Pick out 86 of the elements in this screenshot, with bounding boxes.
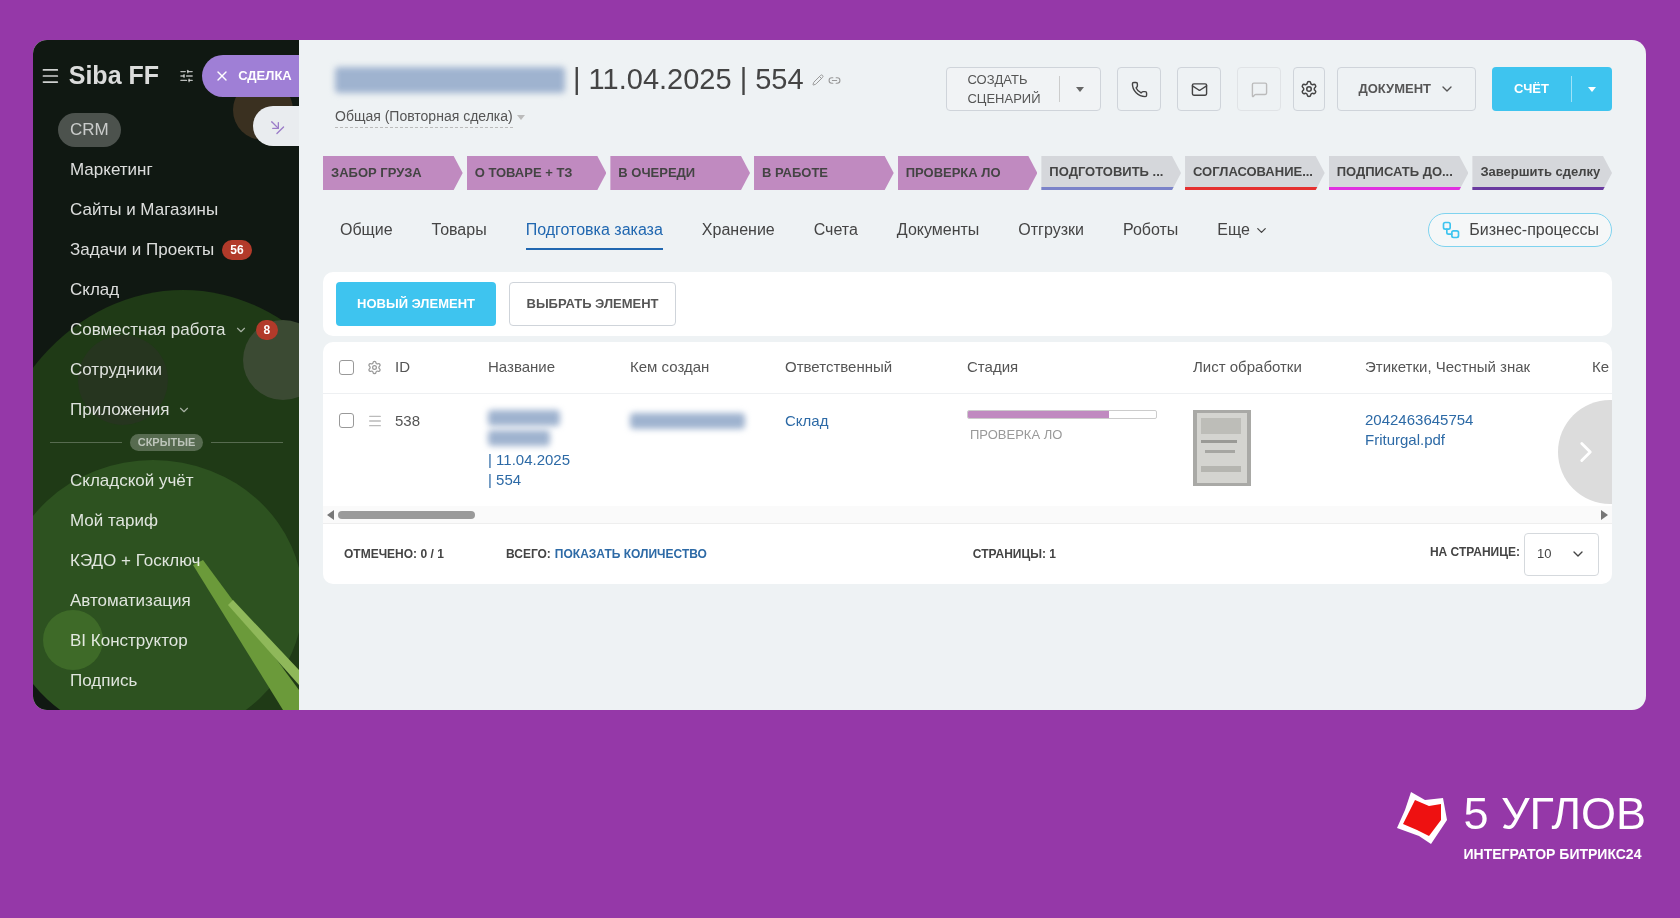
deal-link[interactable]: | 11.04.2025 | 554 xyxy=(488,450,578,490)
flowchart-icon xyxy=(1441,220,1462,240)
per-page-label: НА СТРАНИЦЕ: xyxy=(1429,544,1520,561)
tab[interactable]: Роботы xyxy=(1122,210,1179,250)
document-button[interactable]: ДОКУМЕНТ xyxy=(1337,67,1476,111)
stage-label: ПРОВЕРКА ЛО xyxy=(969,426,1064,444)
settings-icon[interactable] xyxy=(367,360,382,375)
column-header[interactable]: Кем создан xyxy=(630,356,785,379)
pencil-icon[interactable] xyxy=(811,74,824,86)
portal-title: Siba FF xyxy=(68,60,160,92)
pick-element-button[interactable]: ВЫБРАТЬ ЭЛЕМЕНТ xyxy=(509,282,676,326)
column-header[interactable]: Лист обработки xyxy=(1193,356,1365,379)
stage-step[interactable]: ПОДГОТОВИТЬ ... xyxy=(1041,156,1182,190)
column-header[interactable]: Ке xyxy=(1592,356,1612,379)
column-header[interactable]: Ответственный xyxy=(785,356,967,379)
settings-icon xyxy=(1300,80,1319,98)
sidebar-item[interactable]: Склад xyxy=(70,277,120,303)
file-link[interactable]: Friturgal.pdf xyxy=(1365,430,1446,450)
sidebar-item[interactable]: Совместная работа xyxy=(70,317,248,343)
chat-icon xyxy=(1250,80,1268,98)
table-cell: 538 xyxy=(395,412,421,429)
sidebar-item[interactable]: Приложения xyxy=(70,397,192,423)
stage-step[interactable]: О ТОВАРЕ + ТЗ xyxy=(466,156,607,190)
row-checkbox[interactable] xyxy=(339,413,354,428)
section-label: СКРЫТЫЕ xyxy=(129,434,204,451)
sidebar-item[interactable]: Подпись xyxy=(70,667,138,694)
sidebar-item[interactable]: Сайты и Магазины xyxy=(70,197,219,223)
create-scenario-button[interactable]: СОЗДАТЬ СЦЕНАРИЙ xyxy=(946,67,1102,111)
drag-handle-icon[interactable] xyxy=(367,413,383,429)
email-button[interactable] xyxy=(1177,67,1222,111)
caret-icon[interactable] xyxy=(1076,86,1085,92)
settings-button[interactable] xyxy=(1293,67,1326,111)
sidebar-item[interactable]: Автоматизация xyxy=(70,587,191,614)
call-button[interactable] xyxy=(1117,67,1162,111)
tab[interactable]: Подготовка заказа xyxy=(525,210,663,250)
mail-icon xyxy=(1190,80,1208,98)
column-header[interactable]: ID xyxy=(395,356,488,379)
tab[interactable]: Отгрузки xyxy=(1018,210,1084,250)
sidebar-item[interactable]: Маркетинг xyxy=(70,157,153,183)
total-label: ВСЕГО: xyxy=(506,546,551,563)
select-all-checkbox[interactable] xyxy=(339,360,354,375)
invoice-label: СЧЁТ xyxy=(1513,80,1550,99)
tab[interactable]: Документы xyxy=(896,210,980,250)
tab[interactable]: Общие xyxy=(340,210,393,250)
phone-icon xyxy=(1130,80,1148,98)
sidebar-item[interactable]: КЭДО + Госключ xyxy=(70,547,201,574)
stage-step[interactable]: ЗАБОР ГРУЗА xyxy=(323,156,463,190)
selected-count: ОТМЕЧЕНО: 0 / 1 xyxy=(344,546,445,563)
sliders-icon[interactable] xyxy=(179,68,195,84)
tab[interactable]: Товары xyxy=(431,210,487,250)
blurred-text xyxy=(488,430,550,446)
deal-category[interactable]: Общая (Повторная сделка) xyxy=(335,106,513,128)
file-link[interactable]: 2042463645754 xyxy=(1365,410,1474,430)
deal-title: | 11.04.2025 | 554 xyxy=(573,62,804,98)
stage-step[interactable]: ПОДПИСАТЬ ДО... xyxy=(1328,156,1469,190)
blurred-text xyxy=(488,410,560,426)
column-header[interactable]: Название xyxy=(488,356,630,379)
sidebar-item[interactable]: Мой тариф xyxy=(70,507,158,534)
per-page-select[interactable]: 10 xyxy=(1524,532,1599,576)
sidebar-item[interactable]: CRM xyxy=(58,113,121,147)
scenario-label: СОЗДАТЬ СЦЕНАРИЙ xyxy=(966,71,1042,108)
stage-step[interactable]: В ОЧЕРЕДИ xyxy=(610,156,750,190)
tab[interactable]: Счета xyxy=(813,210,858,250)
pages-count: СТРАНИЦЫ: 1 xyxy=(972,546,1056,563)
sidebar-item[interactable]: BI Конструктор xyxy=(70,627,188,654)
tab[interactable]: Хранение xyxy=(701,210,775,250)
tab[interactable]: Еще xyxy=(1217,210,1269,250)
show-count-link[interactable]: ПОКАЗАТЬ КОЛИЧЕСТВО xyxy=(554,545,973,563)
sidebar-item[interactable]: Задачи и Проекты xyxy=(70,237,215,263)
chat-button[interactable] xyxy=(1237,67,1282,111)
collapse-button[interactable] xyxy=(253,106,299,146)
scroll-right-icon[interactable] xyxy=(1601,509,1608,520)
brand-tagline: ИНТЕГРАТОР БИТРИКС24 xyxy=(1463,845,1642,864)
scrollbar-thumb[interactable] xyxy=(338,510,475,519)
column-header[interactable]: Стадия xyxy=(967,356,1193,379)
stage-step[interactable]: ПРОВЕРКА ЛО xyxy=(897,156,1038,190)
stage-step[interactable]: СОГЛАСОВАНИЕ... xyxy=(1185,156,1325,190)
sidebar-item[interactable]: Сотрудники xyxy=(70,357,163,383)
responsible-link[interactable]: Склад xyxy=(785,412,829,429)
sidebar-item[interactable]: Складской учёт xyxy=(70,467,194,494)
brand-name: 5 УГЛОВ xyxy=(1463,790,1646,838)
caret-icon xyxy=(516,114,525,120)
column-header[interactable]: Этикетки, Честный знак xyxy=(1365,356,1592,379)
business-processes-button[interactable]: Бизнес-процессы xyxy=(1428,213,1612,247)
stage-step[interactable]: Завершить сделку xyxy=(1472,156,1613,190)
stage-step[interactable]: В РАБОТЕ xyxy=(754,156,894,190)
